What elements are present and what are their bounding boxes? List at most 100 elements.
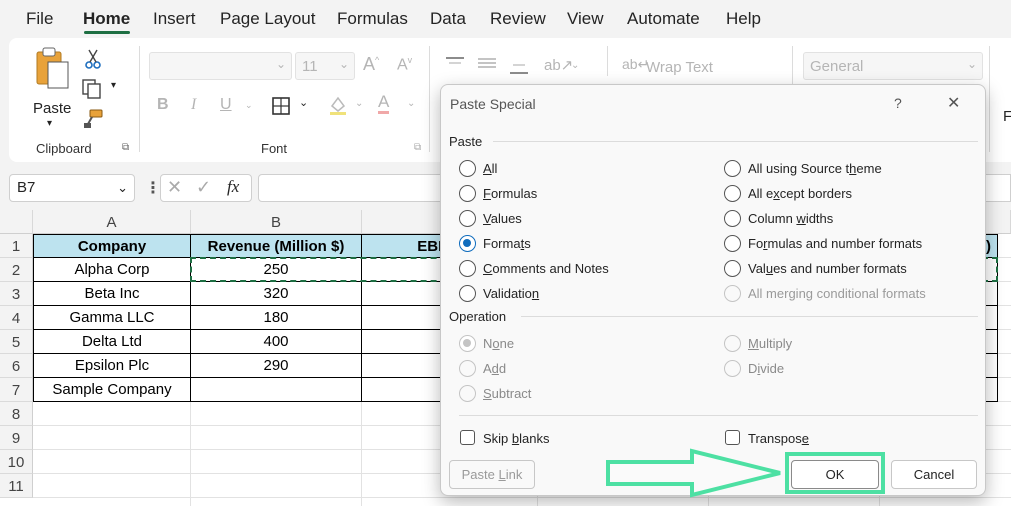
paste-option-radio[interactable] [459, 260, 476, 277]
borders-icon[interactable] [271, 96, 291, 116]
row-header[interactable]: 2 [0, 258, 33, 282]
cell-company[interactable]: Epsilon Plc [33, 354, 191, 378]
font-color-icon[interactable]: A [378, 93, 390, 114]
menu-insert[interactable]: Insert [153, 9, 196, 29]
cell-revenue[interactable]: 320 [191, 282, 362, 306]
insert-function-icon[interactable]: fx [227, 177, 239, 197]
paste-option-radio[interactable] [724, 210, 741, 227]
row-header[interactable]: 6 [0, 354, 33, 378]
paste-option-radio[interactable] [724, 160, 741, 177]
ok-button[interactable]: OK [791, 460, 879, 489]
row-header[interactable]: 7 [0, 378, 33, 402]
cancel-button[interactable]: Cancel [891, 460, 977, 489]
font-name-combo[interactable]: ⌄ [149, 52, 292, 80]
chevron-down-icon[interactable]: ⌄ [299, 96, 308, 109]
cell-company[interactable]: Sample Company [33, 378, 191, 402]
font-launcher-icon[interactable]: ⧉ [414, 142, 421, 153]
top-align-icon[interactable] [445, 56, 465, 70]
menu-automate[interactable]: Automate [627, 9, 700, 29]
menu-review[interactable]: Review [490, 9, 546, 29]
menu-formulas[interactable]: Formulas [337, 9, 408, 29]
cell-revenue[interactable]: 250 [191, 258, 362, 282]
cell-company[interactable]: Delta Ltd [33, 330, 191, 354]
operation-radio[interactable] [459, 335, 476, 352]
italic-button[interactable]: I [191, 96, 196, 114]
operation-label-pre: N [483, 336, 493, 351]
menu-page-layout[interactable]: Page Layout [220, 9, 315, 29]
row-header[interactable]: 5 [0, 330, 33, 354]
cell-company[interactable]: Gamma LLC [33, 306, 191, 330]
paste-option-radio[interactable] [724, 185, 741, 202]
close-icon[interactable]: ✕ [947, 93, 960, 113]
paste-option-radio[interactable] [724, 285, 741, 302]
paste-option-radio[interactable] [724, 235, 741, 252]
row-header[interactable]: 11 [0, 474, 33, 498]
cell-revenue[interactable]: 400 [191, 330, 362, 354]
chevron-down-icon[interactable]: ⌄ [355, 98, 363, 109]
row-header[interactable]: 8 [0, 402, 33, 426]
chevron-down-icon[interactable]: ⌄ [245, 100, 253, 111]
cell-revenue[interactable] [191, 378, 362, 402]
paste-button[interactable]: Paste ▾ [29, 46, 77, 129]
paste-option-radio[interactable] [459, 185, 476, 202]
menu-file[interactable]: File [26, 9, 53, 29]
fill-color-icon[interactable] [327, 94, 349, 116]
column-header-a[interactable]: A [33, 210, 191, 234]
row-header[interactable]: 1 [0, 234, 33, 258]
bold-button[interactable]: B [157, 96, 169, 114]
select-all-corner[interactable] [0, 210, 33, 234]
name-box[interactable]: B7 ⌄ [9, 174, 135, 202]
increase-font-icon[interactable]: A^ [363, 54, 379, 75]
cell-company[interactable]: Beta Inc [33, 282, 191, 306]
orientation-icon[interactable]: ab↗ [544, 56, 573, 74]
row-header[interactable]: 4 [0, 306, 33, 330]
decrease-font-icon[interactable]: Av [397, 55, 412, 74]
header-cell[interactable]: Revenue (Million $) [191, 234, 362, 258]
paste-option-radio[interactable] [459, 210, 476, 227]
enter-icon[interactable]: ✓ [196, 177, 211, 198]
copy-dropdown-icon[interactable]: ▾ [111, 80, 116, 91]
header-cell[interactable]: Company [33, 234, 191, 258]
cell-company[interactable]: Alpha Corp [33, 258, 191, 282]
more-options-icon[interactable]: ⋮ [145, 178, 161, 198]
operation-radio[interactable] [724, 335, 741, 352]
skip-blanks-checkbox[interactable] [460, 430, 475, 445]
cut-icon[interactable] [83, 48, 103, 70]
cell-revenue[interactable]: 180 [191, 306, 362, 330]
paste-option-label-post: alues [490, 211, 522, 226]
middle-align-icon[interactable] [477, 56, 497, 70]
bottom-align-icon[interactable] [509, 60, 529, 76]
row-header[interactable]: 10 [0, 450, 33, 474]
chevron-down-icon[interactable]: ⌄ [407, 98, 415, 109]
operation-radio[interactable] [459, 385, 476, 402]
transpose-checkbox[interactable] [725, 430, 740, 445]
copy-icon[interactable] [81, 78, 103, 100]
row-header[interactable]: 9 [0, 426, 33, 450]
ribbon-separator [989, 46, 990, 152]
underline-button[interactable]: U [220, 96, 232, 114]
menu-view[interactable]: View [567, 9, 604, 29]
format-painter-icon[interactable] [82, 108, 104, 130]
wrap-text-button[interactable]: Wrap Text [646, 59, 713, 76]
column-header-b[interactable]: B [191, 210, 362, 234]
row-header[interactable]: 3 [0, 282, 33, 306]
operation-radio[interactable] [724, 360, 741, 377]
font-size-combo[interactable]: 11 ⌄ [295, 52, 355, 80]
help-button[interactable]: ? [894, 95, 902, 111]
number-format-combo[interactable]: General ⌄ [803, 52, 983, 80]
cell-revenue[interactable]: 290 [191, 354, 362, 378]
paste-option-radio[interactable] [459, 160, 476, 177]
chevron-down-icon[interactable]: ⌄ [117, 180, 128, 196]
menu-help[interactable]: Help [726, 9, 761, 29]
chevron-down-icon[interactable]: ⌄ [571, 60, 579, 71]
clipboard-launcher-icon[interactable]: ⧉ [122, 142, 129, 153]
paste-link-button[interactable]: Paste Link [449, 460, 535, 489]
cancel-icon[interactable]: ✕ [167, 177, 182, 198]
paste-option-radio[interactable] [459, 285, 476, 302]
paste-dropdown-icon[interactable]: ▾ [47, 118, 52, 129]
menu-home[interactable]: Home [83, 9, 130, 29]
operation-radio[interactable] [459, 360, 476, 377]
paste-option-radio[interactable] [724, 260, 741, 277]
menu-data[interactable]: Data [430, 9, 466, 29]
paste-option-radio[interactable] [459, 235, 476, 252]
